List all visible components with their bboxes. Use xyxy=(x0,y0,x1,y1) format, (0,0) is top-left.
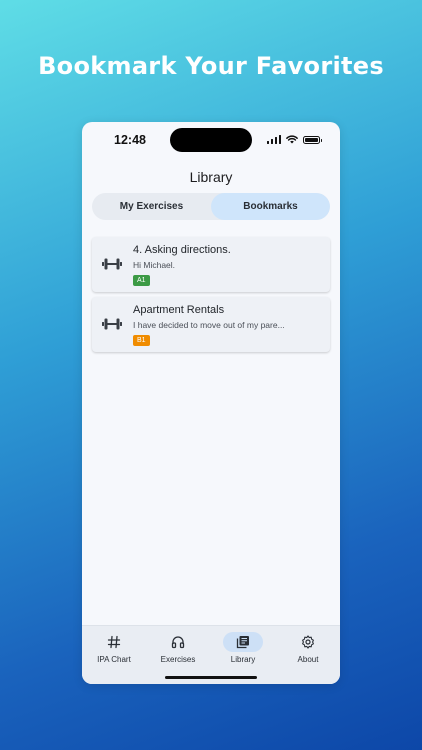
bookmark-card[interactable]: 4. Asking directions. Hi Michael. A1 xyxy=(92,237,330,292)
hashtag-icon xyxy=(107,635,121,649)
gear-icon xyxy=(302,635,314,649)
dumbbell-icon xyxy=(102,258,122,270)
phone-screen: 12:48 Library My Exercises Bookmarks 4. xyxy=(82,122,340,684)
card-title: Apartment Rentals xyxy=(133,304,225,316)
dumbbell-icon xyxy=(102,318,122,330)
segmented-control: My Exercises Bookmarks xyxy=(92,193,330,220)
level-badge: B1 xyxy=(133,335,150,346)
tab-label: Exercises xyxy=(160,655,196,664)
tab-bookmarks[interactable]: Bookmarks xyxy=(211,193,330,220)
library-icon xyxy=(236,636,249,649)
page-title: Library xyxy=(189,169,233,185)
wifi-icon xyxy=(286,135,298,144)
bottom-tab-bar: IPA Chart Exercises Library About xyxy=(82,625,340,684)
status-icons xyxy=(266,135,322,144)
tab-my-exercises[interactable]: My Exercises xyxy=(92,193,211,220)
status-time: 12:48 xyxy=(114,133,146,147)
bookmark-card[interactable]: Apartment Rentals I have decided to move… xyxy=(92,297,330,352)
tab-label: Library xyxy=(230,655,256,664)
cellular-signal-icon xyxy=(266,135,281,144)
tab-label: IPA Chart xyxy=(97,655,131,664)
tab-exercises[interactable]: Exercises xyxy=(146,632,210,664)
tab-ipa-chart[interactable]: IPA Chart xyxy=(82,632,146,664)
headphones-icon xyxy=(171,636,185,649)
level-badge: A1 xyxy=(133,275,150,286)
dynamic-island xyxy=(170,128,252,152)
status-bar: 12:48 xyxy=(82,122,340,158)
tab-label: About xyxy=(297,655,319,664)
tab-about[interactable]: About xyxy=(276,632,340,664)
card-subtitle: Hi Michael. xyxy=(133,260,176,270)
promo-headline: Bookmark Your Favorites xyxy=(38,52,384,80)
card-subtitle: I have decided to move out of my pare... xyxy=(133,320,285,330)
card-title: 4. Asking directions. xyxy=(133,244,231,256)
tab-library[interactable]: Library xyxy=(211,632,275,664)
home-indicator xyxy=(165,676,257,679)
battery-icon xyxy=(303,135,322,144)
